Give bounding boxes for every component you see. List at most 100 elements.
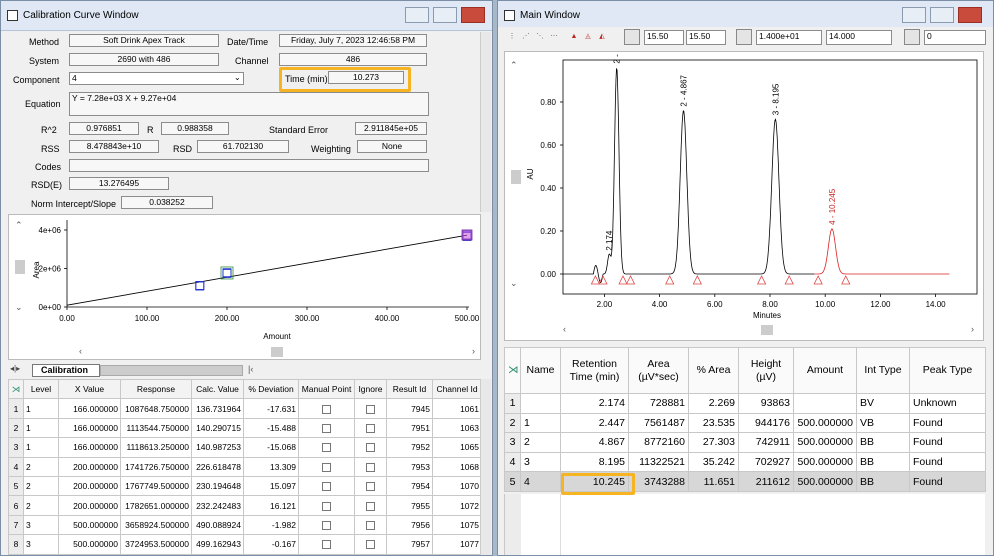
- info-scrollbar[interactable]: [480, 32, 491, 212]
- checkbox-icon[interactable]: [366, 462, 375, 472]
- tool-icon-6[interactable]: ◬: [582, 31, 594, 43]
- table-row[interactable]: 3 1 166.000000 1118613.250000 140.987253 -15.…: [8, 437, 482, 458]
- scroll-right-icon[interactable]: ›: [472, 346, 475, 356]
- toolbar-field-5[interactable]: 0: [924, 30, 986, 45]
- component-select[interactable]: 4: [69, 72, 244, 85]
- table-row[interactable]: 7 3 500.000000 3658924.500000 490.088924 -1.9…: [8, 514, 482, 536]
- checkbox-icon[interactable]: [366, 404, 375, 414]
- chrom-hscroll-thumb[interactable]: [761, 325, 773, 335]
- col-header-deviation[interactable]: % Deviation: [243, 378, 299, 400]
- table-row[interactable]: 5 2 200.000000 1767749.500000 230.194648 15.0…: [8, 475, 482, 497]
- toolbar-field-2[interactable]: 15.50: [686, 30, 726, 45]
- manual-point-checkbox[interactable]: [298, 534, 355, 555]
- checkbox-icon[interactable]: [322, 404, 331, 414]
- table-row[interactable]: 4 3 8.195 11322521 35.242 702927 500.000000 BB F…: [504, 451, 986, 473]
- chrom-scroll-right-icon[interactable]: ›: [971, 324, 974, 334]
- table-row[interactable]: 8 3 500.000000 3724953.500000 499.162943 -0.1…: [8, 534, 482, 555]
- tab-scroll-left-icon[interactable]: |‹: [248, 364, 253, 374]
- checkbox-icon[interactable]: [366, 501, 375, 511]
- maximize-button[interactable]: [433, 7, 457, 23]
- ignore-checkbox[interactable]: [354, 514, 387, 536]
- col-header-calc-value[interactable]: Calc. Value: [191, 378, 244, 400]
- chrom-scroll-left-icon[interactable]: ‹: [563, 324, 566, 334]
- toolbar-field-4[interactable]: 14.000: [826, 30, 892, 45]
- main-close-button[interactable]: [958, 7, 982, 23]
- manual-point-checkbox[interactable]: [298, 475, 355, 497]
- chrom-scroll-down-icon[interactable]: ⌄: [510, 278, 518, 289]
- tool-icon-2[interactable]: ⋰: [520, 31, 532, 43]
- main-maximize-button[interactable]: [930, 7, 954, 23]
- tab-nav-arrows[interactable]: ◂|▸: [10, 364, 20, 373]
- table-row[interactable]: 2 1 2.447 7561487 23.535 944176 500.000000 VB Fo…: [504, 412, 986, 434]
- ignore-checkbox[interactable]: [354, 475, 387, 497]
- table-scrollbar[interactable]: [480, 379, 491, 555]
- manual-point-checkbox[interactable]: [298, 417, 355, 439]
- manual-point-checkbox[interactable]: [298, 398, 355, 419]
- col-header-retention-time[interactable]: Retention Time (min): [560, 347, 629, 394]
- col-header-pct-area[interactable]: % Area: [688, 347, 739, 394]
- plot-hscroll-thumb[interactable]: [271, 347, 283, 357]
- scroll-down-icon[interactable]: ⌄: [15, 302, 23, 313]
- col-header-ignore[interactable]: Ignore: [354, 378, 387, 400]
- calibration-point[interactable]: [222, 268, 232, 278]
- chrom-scroll-up-icon[interactable]: ⌃: [510, 60, 518, 71]
- col-header-name[interactable]: Name: [520, 347, 561, 394]
- ignore-checkbox[interactable]: [354, 534, 387, 555]
- checkbox-icon[interactable]: [366, 540, 375, 550]
- scroll-up-icon[interactable]: ⌃: [15, 220, 23, 231]
- scroll-left-icon[interactable]: ‹: [79, 346, 82, 356]
- chrom-zoom-handle[interactable]: [511, 170, 521, 184]
- ignore-checkbox[interactable]: [354, 495, 387, 516]
- ignore-checkbox[interactable]: [354, 437, 387, 458]
- table-row[interactable]: 2 1 166.000000 1113544.750000 140.290715 -15.…: [8, 417, 482, 439]
- ignore-checkbox[interactable]: [354, 456, 387, 477]
- col-header-area[interactable]: Area (µV*sec): [628, 347, 689, 394]
- table-row[interactable]: 6 2 200.000000 1782651.000000 232.242483 16.1…: [8, 495, 482, 516]
- tool-icon-7[interactable]: ◭: [596, 31, 608, 43]
- calibration-point[interactable]: [195, 281, 205, 291]
- checkbox-icon[interactable]: [322, 540, 331, 550]
- checkbox-icon[interactable]: [322, 462, 331, 472]
- checkbox-icon[interactable]: [366, 521, 375, 531]
- main-window[interactable]: Main Window ⋮ ⋰ ⋱ ⋯ ▲ ◬ ◭ 15.50 15.50 1.…: [497, 0, 994, 556]
- col-header-channel-id[interactable]: Channel Id: [432, 378, 482, 400]
- tool-icon-3[interactable]: ⋱: [534, 31, 546, 43]
- table-row[interactable]: 4 2 200.000000 1741726.750000 226.618478 13.3…: [8, 456, 482, 477]
- plot-zoom-handle[interactable]: [15, 260, 25, 274]
- table-row[interactable]: 3 2 4.867 8772160 27.303 742911 500.000000 BB Fo…: [504, 432, 986, 453]
- checkbox-icon[interactable]: [322, 424, 331, 434]
- ignore-checkbox[interactable]: [354, 417, 387, 439]
- manual-point-checkbox[interactable]: [298, 495, 355, 516]
- col-header-x-value[interactable]: X Value: [58, 378, 121, 400]
- col-header-int-type[interactable]: Int Type: [856, 347, 910, 394]
- tool-icon-5[interactable]: ▲: [568, 31, 580, 43]
- col-header-level[interactable]: Level: [23, 378, 59, 400]
- results-table[interactable]: ⋊ Name Retention Time (min) Area (µV*sec…: [504, 347, 986, 492]
- cal-titlebar[interactable]: Calibration Curve Window: [1, 1, 492, 31]
- toolbar-field-1[interactable]: 15.50: [644, 30, 684, 45]
- calibration-point[interactable]: [222, 268, 232, 278]
- close-button[interactable]: [461, 7, 485, 23]
- checkbox-icon[interactable]: [366, 482, 375, 492]
- col-header-amount[interactable]: Amount: [793, 347, 857, 394]
- table-row[interactable]: 1 2.174 728881 2.269 93863 BV Unknown: [504, 393, 986, 414]
- col-header-result-id[interactable]: Result Id: [386, 378, 433, 400]
- checkbox-icon[interactable]: [322, 482, 331, 492]
- main-minimize-button[interactable]: [902, 7, 926, 23]
- scale-icon[interactable]: [736, 29, 752, 45]
- tool-icon-1[interactable]: ⋮: [506, 31, 518, 43]
- col-header-manual-point[interactable]: Manual Point: [298, 378, 355, 400]
- checkbox-icon[interactable]: [322, 443, 331, 453]
- col-header-peak-type[interactable]: Peak Type: [909, 347, 986, 394]
- offset-icon[interactable]: [904, 29, 920, 45]
- selected-calibration-point[interactable]: [461, 229, 473, 241]
- calibration-curve-window[interactable]: Calibration Curve Window Method Soft Dri…: [0, 0, 493, 556]
- ignore-checkbox[interactable]: [354, 398, 387, 419]
- col-header-response[interactable]: Response: [120, 378, 192, 400]
- tab-scroll-track[interactable]: [100, 365, 243, 376]
- tab-calibration[interactable]: Calibration: [32, 364, 100, 377]
- checkbox-icon[interactable]: [366, 424, 375, 434]
- checkbox-icon[interactable]: [322, 521, 331, 531]
- manual-point-checkbox[interactable]: [298, 514, 355, 536]
- col-header-height[interactable]: Height (µV): [738, 347, 794, 394]
